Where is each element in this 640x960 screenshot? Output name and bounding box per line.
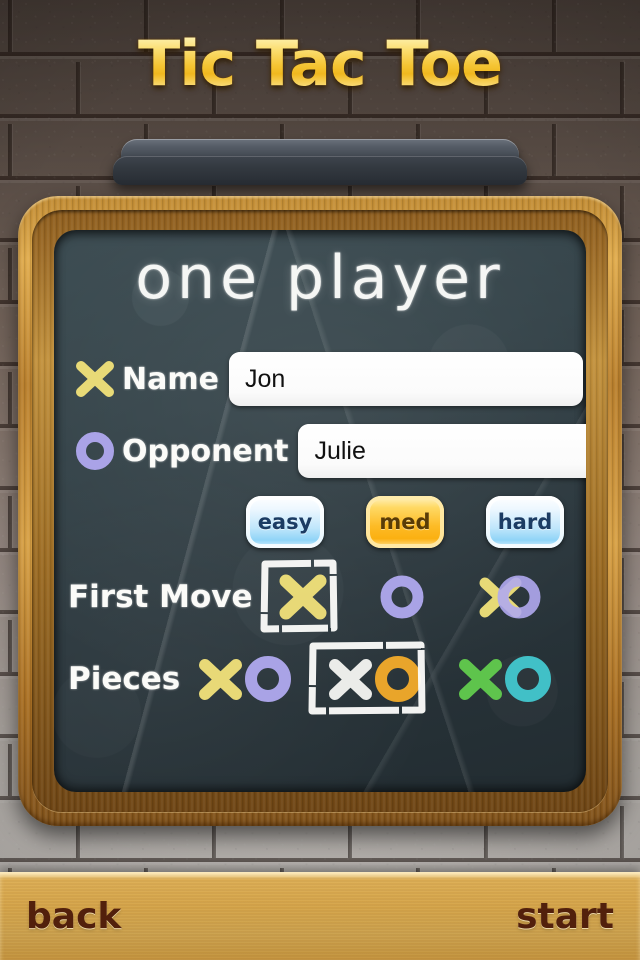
chalk-o-icon [377, 572, 427, 622]
difficulty-med-button[interactable]: med [366, 496, 444, 548]
name-input[interactable] [228, 352, 583, 406]
difficulty-hard-button[interactable]: hard [486, 496, 564, 548]
chalk-xo-pair-icon [324, 652, 426, 706]
setup-form: Name Opponent [54, 348, 586, 715]
bottom-shelf: back start [0, 872, 640, 960]
start-button[interactable]: start [516, 896, 614, 937]
screen-title: one player [135, 243, 505, 313]
chalk-tray-front [113, 156, 527, 185]
pieces-label: Pieces [68, 661, 181, 697]
pieces-option-white-orange[interactable] [308, 641, 434, 715]
name-row: Name [54, 348, 586, 410]
chalk-xo-pair-icon [194, 652, 296, 706]
chalkboard-panel: one player Name Jon Opponent Julie easy … [54, 230, 586, 792]
difficulty-selector: easy med hard [54, 496, 586, 548]
first-move-row: First Move [54, 559, 586, 633]
pieces-option-green-cyan[interactable] [446, 646, 564, 712]
first-move-options [253, 559, 570, 633]
chalk-tray [113, 139, 527, 185]
first-move-option-o[interactable] [369, 566, 435, 628]
pieces-row: Pieces [54, 641, 586, 715]
game-title: Tic Tac Toe [0, 33, 640, 95]
chalk-xo-random-icon [474, 570, 546, 624]
first-move-option-x[interactable] [260, 559, 338, 633]
pieces-options [180, 641, 570, 715]
chalk-xo-pair-icon [454, 652, 556, 706]
name-label: Name [122, 361, 219, 397]
pieces-option-yellow-purple[interactable] [186, 646, 304, 712]
first-move-option-random[interactable] [466, 564, 554, 630]
back-button[interactable]: back [26, 896, 121, 937]
opponent-label: Opponent [122, 433, 289, 469]
opponent-row: Opponent [54, 420, 586, 482]
chalk-x-icon [68, 357, 122, 401]
shelf-top-edge [0, 872, 640, 879]
chalk-o-icon [68, 429, 122, 473]
chalk-x-icon [276, 570, 330, 624]
opponent-input[interactable] [298, 424, 586, 478]
wood-frame: one player Name Jon Opponent Julie easy … [18, 196, 622, 826]
first-move-label: First Move [68, 579, 253, 615]
difficulty-easy-button[interactable]: easy [246, 496, 324, 548]
app-root: Tic Tac Toe one player Name Jon Opponent… [0, 0, 640, 960]
